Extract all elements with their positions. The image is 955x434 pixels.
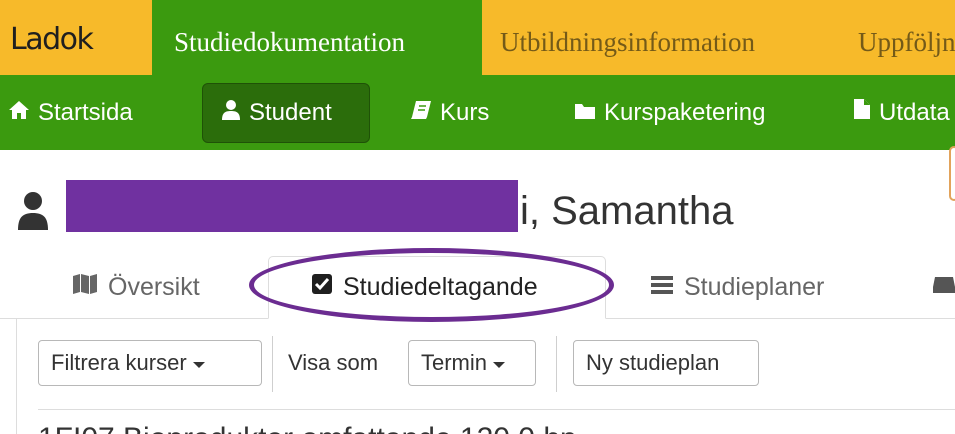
caret-down-icon — [493, 362, 506, 368]
nav-label: Startsida — [38, 98, 133, 126]
redacted-surname — [66, 180, 518, 232]
tab-label: Studiedeltagande — [343, 273, 538, 301]
view-as-dropdown[interactable]: Termin — [408, 340, 536, 386]
nav-item-kurspaketering[interactable]: Kurspaketering — [574, 75, 765, 150]
nav-item-startsida[interactable]: Startsida — [8, 75, 133, 150]
new-study-plan-button[interactable]: Ny studieplan — [573, 340, 759, 386]
module-bar: Ladok Studiedokumentation Utbildningsinf… — [0, 0, 955, 75]
module-tab-utbildningsinformation[interactable]: Utbildningsinformation — [500, 0, 755, 75]
inbox-icon — [932, 273, 955, 302]
ladok-logo[interactable]: Ladok — [10, 22, 94, 57]
toolbar-divider — [272, 336, 273, 392]
user-icon — [221, 99, 241, 128]
book-icon — [410, 99, 432, 127]
program-heading: 1FI07 Bioprodukter omfattande 120,0 hp — [38, 420, 577, 434]
caret-down-icon — [192, 362, 205, 368]
side-panel-edge[interactable] — [949, 146, 955, 201]
nav-item-utdata[interactable]: Utdata — [853, 75, 950, 150]
logo-text: Ladok — [10, 22, 94, 57]
nav-label: Kurspaketering — [604, 98, 766, 126]
module-tab-label: Utbildningsinformation — [500, 27, 755, 57]
map-icon — [72, 273, 98, 302]
nav-label: Kurs — [440, 98, 490, 126]
file-icon — [853, 98, 871, 127]
tab-oversikt[interactable]: Översikt — [72, 256, 200, 318]
main-nav: Startsida Student Kurs Kurspaketering Ut… — [0, 75, 955, 150]
visa-som-label: Visa som — [288, 350, 379, 375]
nav-item-kurs[interactable]: Kurs — [410, 75, 489, 150]
new-plan-label: Ny studieplan — [586, 350, 720, 375]
tab-overflow[interactable] — [932, 256, 955, 318]
panel-border — [16, 318, 17, 434]
tab-label: Översikt — [108, 272, 200, 301]
list-icon — [650, 273, 674, 302]
folder-icon — [574, 99, 596, 127]
module-tab-uppfoljning[interactable]: Uppföljning — [858, 0, 955, 75]
termin-label: Termin — [421, 350, 488, 375]
module-tab-label: Studiedokumentation — [174, 27, 405, 57]
program-heading-text: 1FI07 Bioprodukter omfattande 120,0 hp — [38, 424, 577, 434]
person-icon — [16, 191, 50, 231]
tab-studieplaner[interactable]: Studieplaner — [650, 256, 824, 318]
nav-label: Student — [249, 99, 332, 126]
filter-courses-dropdown[interactable]: Filtrera kurser — [38, 340, 262, 386]
filter-label: Filtrera kurser — [51, 350, 187, 375]
checkbox-icon — [311, 273, 333, 302]
tab-label: Studieplaner — [684, 272, 825, 301]
content-divider — [38, 409, 955, 410]
nav-label: Utdata — [879, 98, 950, 126]
home-icon — [8, 99, 30, 127]
tab-studiedeltagande[interactable]: Studiedeltagande — [268, 256, 606, 319]
student-name: i, Samantha — [520, 189, 734, 233]
toolbar-divider — [556, 336, 557, 392]
module-tab-label: Uppföljning — [858, 27, 955, 57]
module-tab-studiedokumentation[interactable]: Studiedokumentation — [152, 0, 482, 75]
nav-item-student[interactable]: Student — [202, 83, 370, 143]
